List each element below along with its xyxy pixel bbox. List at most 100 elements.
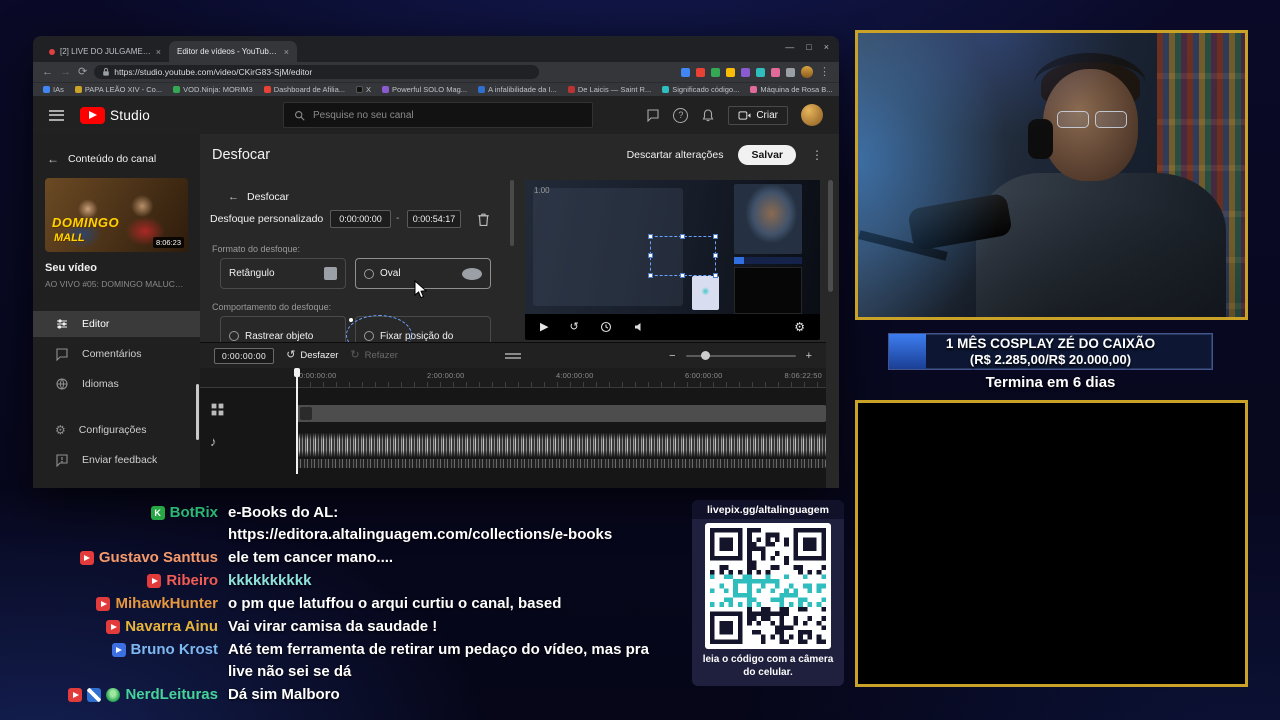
- clock-icon[interactable]: [600, 321, 612, 333]
- bookmark-item[interactable]: Dashboard de Afilia...: [263, 85, 345, 94]
- blur-end-time-field[interactable]: 0:00:54:17: [407, 210, 461, 228]
- discard-changes-button[interactable]: Descartar alterações: [627, 149, 724, 161]
- blur-start-time-field[interactable]: 0:00:00:00: [330, 210, 391, 228]
- selection-handle[interactable]: [713, 253, 718, 258]
- extension-icon[interactable]: [786, 67, 795, 77]
- selection-handle[interactable]: [648, 234, 653, 239]
- browser-tab-live[interactable]: [2] LIVE DO JULGAMENTO NO TSE | ×: [41, 41, 169, 62]
- bookmark-item[interactable]: Significado código...: [662, 85, 739, 94]
- blur-selection-box[interactable]: [648, 234, 718, 278]
- nav-back-button[interactable]: ←: [42, 66, 53, 78]
- bookmark-item[interactable]: De Laicis — Saint R...: [567, 85, 651, 94]
- chat-username[interactable]: Navarra Ainu: [125, 616, 218, 638]
- create-button[interactable]: Criar: [728, 105, 788, 125]
- blur-segment-chip[interactable]: [300, 407, 312, 420]
- zoom-slider[interactable]: [685, 351, 796, 360]
- notifications-bell-icon[interactable]: [701, 108, 715, 122]
- nav-reload-button[interactable]: ⟳: [78, 66, 87, 78]
- selection-handle[interactable]: [713, 273, 718, 278]
- bookmark-item[interactable]: X: [356, 85, 371, 94]
- url-bar[interactable]: https://studio.youtube.com/video/CKirG83…: [94, 65, 540, 79]
- nav-forward-button[interactable]: →: [60, 66, 71, 78]
- zoom-out-icon[interactable]: −: [669, 350, 675, 362]
- channel-search-input[interactable]: Pesquise no seu canal: [283, 102, 593, 128]
- video-thumbnail[interactable]: DOMINGO MALL 8:06:23: [45, 178, 188, 252]
- bookmark-item[interactable]: Powerful SOLO Mag...: [382, 85, 467, 94]
- chat-username[interactable]: Bruno Krost: [131, 639, 219, 661]
- save-button[interactable]: Salvar: [738, 145, 796, 165]
- audio-waveform-secondary[interactable]: [297, 459, 826, 468]
- bookmark-item[interactable]: VOD.Ninja: MORIM3: [173, 85, 253, 94]
- bookmark-item[interactable]: A infalibilidade da I...: [478, 85, 557, 94]
- tab-close-icon[interactable]: ×: [284, 47, 289, 57]
- audio-waveform[interactable]: [297, 433, 826, 457]
- help-icon[interactable]: ?: [673, 107, 689, 123]
- chat-username[interactable]: BotRix: [170, 502, 218, 524]
- timeline-drag-handle[interactable]: [505, 353, 521, 361]
- preview-undo-icon[interactable]: ↺: [569, 321, 578, 333]
- maximize-button[interactable]: □: [806, 42, 811, 52]
- video-track-bar[interactable]: [297, 405, 826, 422]
- bookmark-item[interactable]: Máquina de Rosa B...: [750, 85, 833, 94]
- url-text: https://studio.youtube.com/video/CKirG83…: [114, 67, 313, 77]
- trash-icon[interactable]: [476, 211, 491, 227]
- bookmark-item[interactable]: IAs: [43, 85, 64, 94]
- zoom-slider-thumb[interactable]: [700, 351, 710, 360]
- option-label: Oval: [380, 268, 401, 279]
- browser-profile-avatar[interactable]: [801, 66, 813, 78]
- timeline-playhead[interactable]: [294, 368, 300, 474]
- audio-track-icon[interactable]: ♪: [210, 435, 217, 448]
- minimize-button[interactable]: —: [785, 42, 794, 52]
- undo-icon: ↺: [286, 349, 296, 361]
- extension-icon[interactable]: [681, 67, 690, 77]
- blur-panel-back[interactable]: ← Desfocar: [228, 191, 289, 203]
- video-track-icon[interactable]: [210, 402, 225, 417]
- blur-shape-rectangle-option[interactable]: Retângulo: [220, 258, 412, 355]
- tab-close-icon[interactable]: ×: [156, 47, 161, 57]
- chat-username[interactable]: Ribeiro: [166, 570, 218, 592]
- browser-tab-editor[interactable]: Editor de vídeos - YouTube Stud... ×: [169, 41, 297, 62]
- chat-username[interactable]: Gustavo Santtus: [99, 547, 218, 569]
- timeline-timecode[interactable]: 0:00:00:00: [214, 347, 275, 364]
- favicon: [662, 86, 670, 93]
- extension-icon[interactable]: [756, 67, 765, 77]
- close-button[interactable]: ×: [824, 42, 829, 52]
- zoom-in-icon[interactable]: +: [806, 350, 812, 362]
- selection-handle[interactable]: [648, 273, 653, 278]
- preview-settings-gear-icon[interactable]: ⚙: [794, 321, 805, 333]
- panel-scrollbar[interactable]: [510, 180, 514, 246]
- selection-handle[interactable]: [680, 234, 685, 239]
- kebab-menu-icon[interactable]: ⋮: [811, 148, 823, 162]
- selection-handle[interactable]: [713, 234, 718, 239]
- chat-username[interactable]: MihawkHunter: [115, 593, 218, 615]
- editor-scrollbar[interactable]: [828, 180, 833, 292]
- redo-button[interactable]: ↻ Refazer: [350, 350, 397, 362]
- extension-icon[interactable]: [726, 67, 735, 77]
- sidebar-item-settings[interactable]: ⚙ Configurações: [33, 417, 200, 443]
- sidebar-scrollbar[interactable]: [196, 384, 199, 440]
- extension-icon[interactable]: [741, 67, 750, 77]
- editor-icon: [57, 319, 67, 329]
- extension-icon[interactable]: [771, 67, 780, 77]
- channel-avatar[interactable]: [801, 104, 823, 126]
- back-to-channel-content[interactable]: ← Conteúdo do canal: [47, 152, 156, 166]
- extension-icon[interactable]: [696, 67, 705, 77]
- sidebar-item-send-feedback[interactable]: Enviar feedback: [33, 447, 200, 473]
- feedback-icon[interactable]: [646, 108, 660, 122]
- play-button[interactable]: ▶: [540, 321, 548, 333]
- sidebar-item-languages[interactable]: Idiomas: [33, 371, 200, 397]
- bookmark-item[interactable]: PAPA LEÃO XIV - Co...: [74, 85, 162, 94]
- browser-menu-icon[interactable]: ⋮: [819, 66, 830, 78]
- selection-handle[interactable]: [680, 273, 685, 278]
- hamburger-menu-icon[interactable]: [49, 109, 64, 121]
- tab-title: Editor de vídeos - YouTube Stud...: [177, 47, 279, 56]
- sidebar-item-comments[interactable]: Comentários: [33, 341, 200, 367]
- undo-button[interactable]: ↺ Desfazer: [286, 349, 338, 362]
- volume-icon[interactable]: [633, 321, 645, 333]
- sidebar-item-editor[interactable]: Editor: [33, 311, 200, 337]
- selection-handle[interactable]: [648, 253, 653, 258]
- extension-icon[interactable]: [711, 67, 720, 77]
- youtube-studio-logo[interactable]: Studio: [80, 106, 150, 124]
- chat-author: Bruno Krost: [58, 639, 218, 683]
- chat-username[interactable]: NerdLeituras: [125, 684, 218, 706]
